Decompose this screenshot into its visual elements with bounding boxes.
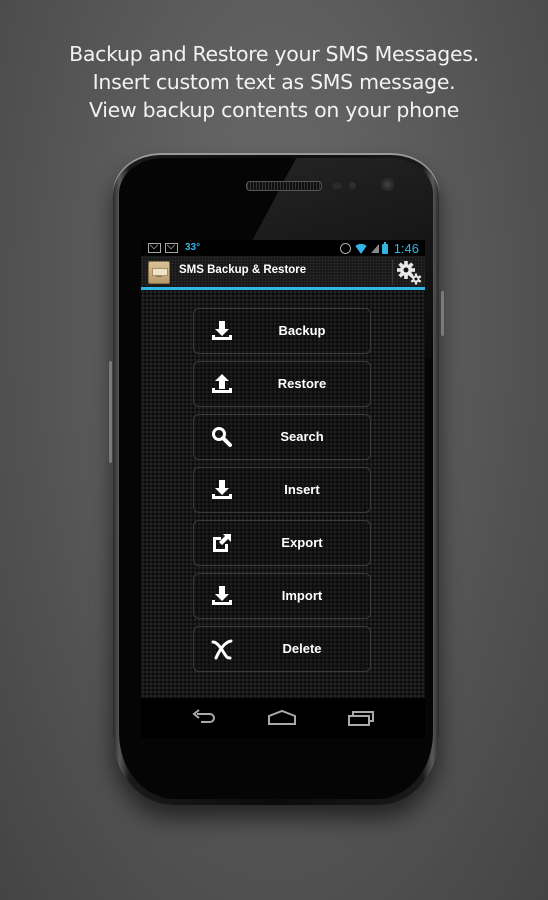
home-button[interactable] bbox=[267, 707, 297, 729]
menu-list: Backup Restore Search Insert Export Impo… bbox=[193, 308, 371, 679]
upload-icon bbox=[212, 374, 232, 393]
volume-button bbox=[109, 361, 112, 463]
action-bar-divider bbox=[392, 259, 393, 285]
screen: 33° 1:46 SMS Backup & Restore Backup Res… bbox=[141, 240, 425, 738]
backup-button[interactable]: Backup bbox=[193, 308, 371, 354]
delete-icon bbox=[211, 639, 233, 660]
earpiece-speaker bbox=[246, 181, 322, 191]
restore-button[interactable]: Restore bbox=[193, 361, 371, 407]
external-link-icon bbox=[213, 534, 231, 552]
phone-frame: 33° 1:46 SMS Backup & Restore Backup Res… bbox=[109, 153, 444, 805]
gmail-icon bbox=[165, 242, 178, 253]
export-button[interactable]: Export bbox=[193, 520, 371, 566]
gears-icon bbox=[397, 261, 422, 285]
wifi-icon bbox=[353, 243, 368, 254]
settings-button[interactable] bbox=[395, 258, 423, 286]
drawer-icon[interactable] bbox=[148, 261, 170, 284]
power-button bbox=[441, 291, 444, 336]
download-icon bbox=[212, 480, 232, 499]
proximity-sensor bbox=[332, 183, 342, 189]
action-bar: SMS Backup & Restore bbox=[141, 256, 425, 290]
temperature-indicator: 33° bbox=[185, 242, 201, 253]
search-button[interactable]: Search bbox=[193, 414, 371, 460]
signal-icon bbox=[370, 244, 379, 253]
delete-button[interactable]: Delete bbox=[193, 626, 371, 672]
home-icon bbox=[268, 709, 296, 725]
insert-button[interactable]: Insert bbox=[193, 467, 371, 513]
restore-label: Restore bbox=[277, 376, 327, 391]
recents-icon bbox=[348, 711, 374, 726]
phone-face: 33° 1:46 SMS Backup & Restore Backup Res… bbox=[119, 158, 433, 799]
battery-icon bbox=[381, 241, 388, 254]
app-title: SMS Backup & Restore bbox=[179, 264, 307, 276]
main-content: Backup Restore Search Insert Export Impo… bbox=[141, 290, 425, 698]
download-icon bbox=[212, 586, 232, 605]
clock: 1:46 bbox=[393, 241, 419, 256]
delete-label: Delete bbox=[282, 641, 322, 656]
back-button[interactable] bbox=[189, 707, 219, 729]
promo-line-1: Backup and Restore your SMS Messages. bbox=[69, 42, 479, 66]
search-label: Search bbox=[280, 429, 324, 444]
recents-button[interactable] bbox=[347, 707, 377, 729]
backup-label: Backup bbox=[278, 323, 326, 338]
import-label: Import bbox=[281, 588, 323, 603]
search-icon bbox=[212, 427, 232, 447]
front-camera bbox=[381, 178, 394, 191]
insert-label: Insert bbox=[284, 482, 320, 497]
status-bar: 33° 1:46 bbox=[141, 240, 425, 256]
gmail-icon bbox=[148, 242, 161, 253]
import-button[interactable]: Import bbox=[193, 573, 371, 619]
back-icon bbox=[192, 709, 215, 723]
export-label: Export bbox=[281, 535, 323, 550]
navigation-bar bbox=[141, 697, 425, 738]
alarm-icon bbox=[339, 243, 351, 254]
download-icon bbox=[212, 321, 232, 340]
promo-text: Backup and Restore your SMS Messages. In… bbox=[0, 40, 548, 124]
light-sensor bbox=[349, 182, 356, 189]
promo-line-3: View backup contents on your phone bbox=[88, 98, 460, 122]
promo-line-2: Insert custom text as SMS message. bbox=[92, 70, 456, 94]
